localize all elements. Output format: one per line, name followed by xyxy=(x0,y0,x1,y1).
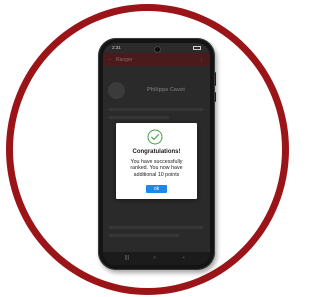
ok-button[interactable]: ok xyxy=(146,185,167,193)
status-time: 2:31 xyxy=(112,45,121,50)
phone-screen: 2:31 ← Ranger ⋮ Philippe Cavet Congratul… xyxy=(103,43,210,265)
content-divider xyxy=(109,108,203,111)
dialog-title: Congratulations! xyxy=(132,149,181,155)
success-dialog: Congratulations! You have successfully r… xyxy=(116,123,197,199)
home-button[interactable]: ○ xyxy=(153,255,156,261)
more-icon[interactable]: ⋮ xyxy=(199,57,204,63)
battery-icon xyxy=(193,46,201,50)
app-bar: ← Ranger ⋮ xyxy=(103,53,210,66)
content-line xyxy=(109,226,203,229)
camera-icon xyxy=(154,46,161,53)
content-line xyxy=(109,234,179,237)
app-title: Ranger xyxy=(116,56,133,63)
check-circle-icon xyxy=(147,129,163,145)
recents-button[interactable]: ||| xyxy=(125,255,129,261)
avatar xyxy=(108,82,125,99)
arrow-back-icon[interactable]: ← xyxy=(108,56,113,62)
phone-device: 2:31 ← Ranger ⋮ Philippe Cavet Congratul… xyxy=(98,38,215,270)
content-line xyxy=(109,116,169,119)
profile-name: Philippe Cavet xyxy=(147,87,185,93)
back-button[interactable]: ‹ xyxy=(183,255,185,261)
dialog-message: You have successfully ranked. You now ha… xyxy=(130,159,183,178)
system-nav-bar: ||| ○ ‹ xyxy=(103,252,210,265)
